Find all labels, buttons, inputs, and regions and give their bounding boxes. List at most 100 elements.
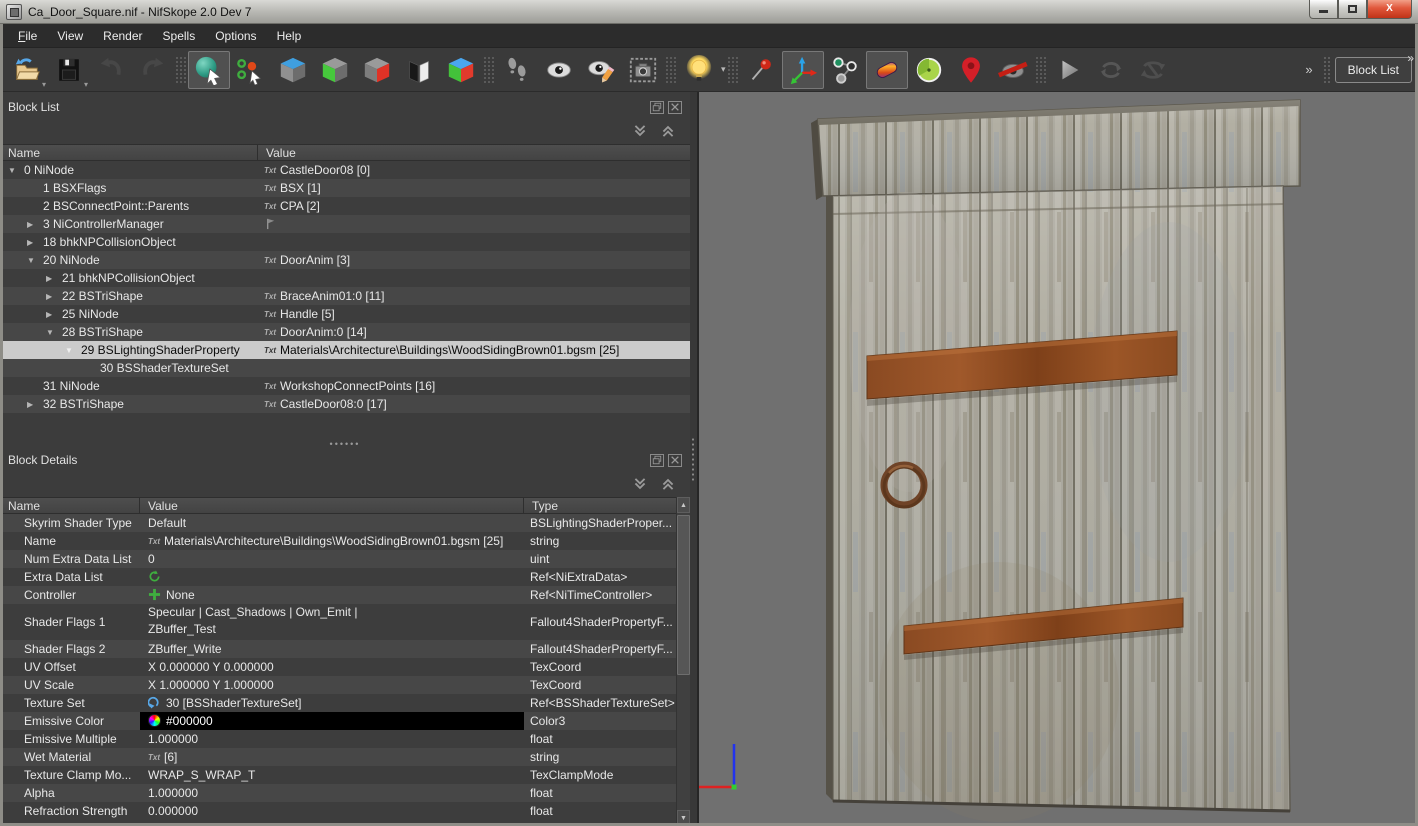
expander-open-icon[interactable]: ▼: [27, 252, 43, 269]
detail-row-uv-scale[interactable]: UV ScaleX 1.000000 Y 1.000000TexCoord: [0, 676, 676, 694]
title-bar[interactable]: Ca_Door_Square.nif - NifSkope 2.0 Dev 7 …: [0, 0, 1418, 24]
detail-row-controller[interactable]: ControllerNoneRef<NiTimeController>: [0, 586, 676, 604]
detail-row-refraction-strength[interactable]: Refraction Strength0.000000float: [0, 802, 676, 820]
scrollbar-thumb[interactable]: [677, 515, 690, 675]
float-panel-icon[interactable]: [650, 101, 664, 114]
play-animation-button[interactable]: [1048, 51, 1090, 89]
lighting-button[interactable]: [678, 51, 720, 89]
menu-options[interactable]: Options: [205, 25, 266, 47]
view-perspective-button[interactable]: [440, 51, 482, 89]
toolbar-corner-overflow-icon[interactable]: »: [1407, 51, 1414, 65]
block-list-row-28[interactable]: ▼28 BSTriShapeTxtDoorAnim:0 [14]: [0, 323, 690, 341]
block-list-row-2[interactable]: 2 BSConnectPoint::ParentsTxtCPA [2]: [0, 197, 690, 215]
block-list-row-3[interactable]: ▶3 NiControllerManager: [0, 215, 690, 233]
detail-row-emissive-multiple[interactable]: Emissive Multiple1.000000float: [0, 730, 676, 748]
walk-mode-button[interactable]: [496, 51, 538, 89]
expander-closed-icon[interactable]: ▶: [27, 396, 43, 413]
expander-closed-icon[interactable]: ▶: [27, 216, 43, 233]
menu-file[interactable]: File: [8, 25, 47, 47]
detail-row-name[interactable]: NameTxtMaterials\Architecture\Buildings\…: [0, 532, 676, 550]
block-list-row-22[interactable]: ▶22 BSTriShapeTxtBraceAnim01:0 [11]: [0, 287, 690, 305]
menu-spells[interactable]: Spells: [153, 25, 206, 47]
viewport-3d[interactable]: [697, 92, 1418, 826]
detail-row-skyrim-shader-type[interactable]: Skyrim Shader TypeDefaultBSLightingShade…: [0, 514, 676, 532]
menu-view[interactable]: View: [47, 25, 93, 47]
detail-row-texture-set[interactable]: Texture Set30 [BSShaderTextureSet]Ref<BS…: [0, 694, 676, 712]
screenshot-button[interactable]: [622, 51, 664, 89]
bone-weights-button[interactable]: [866, 51, 908, 89]
expand-all-icon[interactable]: [660, 123, 678, 139]
detail-row-wet-material[interactable]: Wet MaterialTxt[6]string: [0, 748, 676, 766]
edit-visibility-button[interactable]: [580, 51, 622, 89]
block-list-row-1[interactable]: 1 BSXFlagsTxtBSX [1]: [0, 179, 690, 197]
expander-open-icon[interactable]: ▼: [65, 342, 81, 359]
redo-button[interactable]: [132, 51, 174, 89]
flip-view-button[interactable]: [398, 51, 440, 89]
visibility-button[interactable]: [538, 51, 580, 89]
block-list-row-32[interactable]: ▶32 BSTriShapeTxtCastleDoor08:0 [17]: [0, 395, 690, 413]
undo-button[interactable]: [90, 51, 132, 89]
block-list-header[interactable]: Name Value: [0, 144, 690, 161]
minimize-button[interactable]: [1309, 0, 1338, 19]
view-front-button[interactable]: [314, 51, 356, 89]
detail-row-extra-data-list[interactable]: Extra Data ListRef<NiExtraData>: [0, 568, 676, 586]
block-list-row-30[interactable]: 30 BSShaderTextureSet: [0, 359, 690, 377]
loop-animation-button[interactable]: [1090, 51, 1132, 89]
block-list-row-0[interactable]: ▼0 NiNodeTxtCastleDoor08 [0]: [0, 161, 690, 179]
close-panel-icon[interactable]: [668, 454, 682, 467]
menu-render[interactable]: Render: [93, 25, 152, 47]
animation-clock-button[interactable]: [908, 51, 950, 89]
block-list-row-20[interactable]: ▼20 NiNodeTxtDoorAnim [3]: [0, 251, 690, 269]
detail-row-shader-flags-1[interactable]: Shader Flags 1Specular | Cast_Shadows | …: [0, 604, 676, 640]
lighting-dropdown-caret-icon[interactable]: ▾: [721, 64, 726, 75]
scroll-down-icon[interactable]: ▼: [677, 810, 690, 826]
pin-selection-button[interactable]: [740, 51, 782, 89]
menu-help[interactable]: Help: [267, 25, 312, 47]
block-list-toggle-button[interactable]: Block List: [1335, 57, 1412, 83]
expander-closed-icon[interactable]: ▶: [27, 234, 43, 251]
dropdown-caret-icon[interactable]: ▾: [84, 80, 88, 89]
switch-animation-button[interactable]: [1132, 51, 1174, 89]
expand-all-icon[interactable]: [660, 476, 678, 492]
detail-row-emissive-color[interactable]: Emissive Color#000000Color3: [0, 712, 676, 730]
expander-closed-icon[interactable]: ▶: [46, 288, 62, 305]
block-list-row-31[interactable]: 31 NiNodeTxtWorkshopConnectPoints [16]: [0, 377, 690, 395]
panel-splitter[interactable]: ••••••: [0, 439, 690, 449]
toolbar-drag-handle[interactable]: [1323, 56, 1331, 84]
detail-row-uv-offset[interactable]: UV OffsetX 0.000000 Y 0.000000TexCoord: [0, 658, 676, 676]
detail-row-alpha[interactable]: Alpha1.000000float: [0, 784, 676, 802]
open-file-button[interactable]: ▾: [6, 51, 48, 89]
expander-open-icon[interactable]: ▼: [8, 162, 24, 179]
detail-row-num-extra-data-list[interactable]: Num Extra Data List0uint: [0, 550, 676, 568]
show-nodes-button[interactable]: [824, 51, 866, 89]
block-details-header[interactable]: Name Value Type: [0, 497, 676, 514]
scroll-up-icon[interactable]: ▲: [677, 497, 690, 513]
select-object-button[interactable]: [188, 51, 230, 89]
close-panel-icon[interactable]: [668, 101, 682, 114]
maximize-button[interactable]: [1338, 0, 1367, 19]
dock-resize-splitter[interactable]: [690, 92, 697, 826]
toolbar-overflow-icon[interactable]: »: [1299, 62, 1318, 77]
block-list-row-25[interactable]: ▶25 NiNodeTxtHandle [5]: [0, 305, 690, 323]
view-top-button[interactable]: [272, 51, 314, 89]
hide-hidden-button[interactable]: [992, 51, 1034, 89]
expander-open-icon[interactable]: ▼: [46, 324, 62, 341]
block-list-row-18[interactable]: ▶18 bhkNPCollisionObject: [0, 233, 690, 251]
show-markers-button[interactable]: [950, 51, 992, 89]
collapse-all-icon[interactable]: [632, 123, 650, 139]
dropdown-caret-icon[interactable]: ▾: [42, 80, 46, 89]
expander-closed-icon[interactable]: ▶: [46, 306, 62, 323]
view-side-button[interactable]: [356, 51, 398, 89]
save-file-button[interactable]: ▾: [48, 51, 90, 89]
detail-row-texture-clamp-mo[interactable]: Texture Clamp Mo...WRAP_S_WRAP_TTexClamp…: [0, 766, 676, 784]
block-list-row-29[interactable]: ▼29 BSLightingShaderPropertyTxtMaterials…: [0, 341, 690, 359]
select-vertex-button[interactable]: [230, 51, 272, 89]
details-scrollbar[interactable]: ▲ ▼: [676, 497, 690, 826]
show-axes-button[interactable]: [782, 51, 824, 89]
block-list-row-21[interactable]: ▶21 bhkNPCollisionObject: [0, 269, 690, 287]
float-panel-icon[interactable]: [650, 454, 664, 467]
close-button[interactable]: X: [1367, 0, 1412, 19]
expander-closed-icon[interactable]: ▶: [46, 270, 62, 287]
collapse-all-icon[interactable]: [632, 476, 650, 492]
detail-row-shader-flags-2[interactable]: Shader Flags 2ZBuffer_WriteFallout4Shade…: [0, 640, 676, 658]
